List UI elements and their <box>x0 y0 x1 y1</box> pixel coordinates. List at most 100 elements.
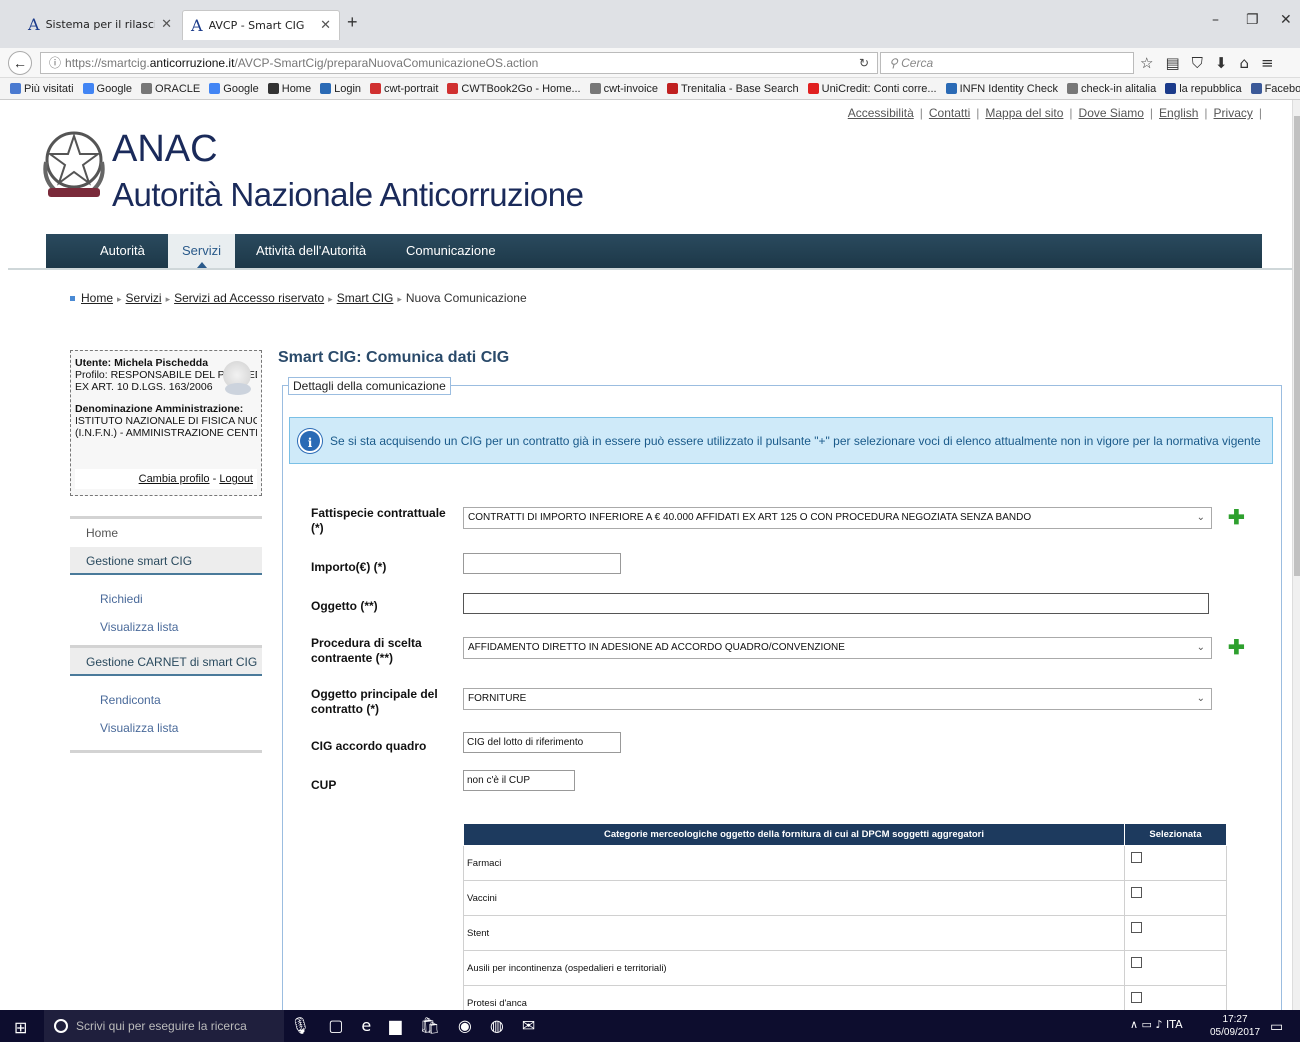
scrollbar-thumb[interactable] <box>1294 116 1300 576</box>
table-row: Protesi d'anca <box>463 985 1227 1010</box>
logo-full-name: Autorità Nazionale Anticorruzione <box>112 176 584 213</box>
category-select-cell <box>1124 845 1227 881</box>
minimize-icon[interactable]: – <box>1212 12 1219 28</box>
logo-short: ANAC <box>112 128 218 170</box>
sidebar-item-visualizza-lista-carnet[interactable]: Visualizza lista <box>70 714 262 742</box>
restore-icon[interactable]: ❐ <box>1246 12 1259 28</box>
bookmark-favicon-icon <box>209 83 221 94</box>
sidebar-section-carnet[interactable]: Gestione CARNET di smart CIG <box>70 648 262 676</box>
bookmark-item[interactable]: UniCredit: Conti corre... <box>807 83 937 95</box>
bookmark-item[interactable]: INFN Identity Check <box>945 82 1058 95</box>
top-link[interactable]: Mappa del sito <box>985 106 1063 120</box>
close-icon[interactable]: ✕ <box>320 18 331 33</box>
bookmark-item[interactable]: Facebook <box>1250 83 1300 95</box>
anac-favicon-icon: A <box>28 14 40 34</box>
oggetto-input[interactable] <box>463 593 1209 614</box>
category-checkbox[interactable] <box>1131 957 1142 968</box>
search-placeholder: Cerca <box>901 56 934 70</box>
sidebar-item-richiedi[interactable]: Richiedi <box>70 585 262 613</box>
page-title: Smart CIG: Comunica dati CIG <box>278 349 510 366</box>
tab-title: Sistema per il rilascio del ... <box>45 17 156 31</box>
bookmark-favicon-icon <box>945 83 957 94</box>
browser-tab-sistema[interactable]: A Sistema per il rilascio del ... ✕ <box>20 10 180 38</box>
bookmark-favicon-icon <box>82 83 94 94</box>
bookmark-item[interactable]: Home <box>267 83 311 95</box>
fattispecie-select[interactable]: CONTRATTI DI IMPORTO INFERIORE A € 40.00… <box>463 507 1212 529</box>
nav-comunicazione[interactable]: Comunicazione <box>392 234 510 268</box>
reload-icon[interactable]: ↻ <box>859 53 869 73</box>
breadcrumb-smart-cig[interactable]: Smart CIG <box>337 291 394 305</box>
sidebar-item-home[interactable]: Home <box>70 519 262 547</box>
browser-tab-bar: A Sistema per il rilascio del ... ✕ A AV… <box>0 0 1300 48</box>
importo-label: Importo(€) (*) <box>311 560 387 574</box>
bookmark-favicon-icon <box>1066 83 1078 94</box>
bookmark-item[interactable]: ORACLE <box>141 83 200 95</box>
bookmark-label: check-in alitalia <box>1080 82 1157 95</box>
close-icon[interactable]: ✕ <box>161 17 172 32</box>
nav-divider <box>8 268 1292 270</box>
nav-servizi[interactable]: Servizi <box>168 234 236 268</box>
bookmark-item[interactable]: Login <box>320 83 361 95</box>
category-checkbox[interactable] <box>1131 852 1142 863</box>
url-bar[interactable]: ⓘ https://smartcig.anticorruzione.it/AVCP… <box>40 52 878 74</box>
notification-icon[interactable]: ▭ <box>1270 1018 1283 1035</box>
table-row: Farmaci <box>463 845 1227 881</box>
browser-toolbar-icons[interactable]: ☆▤⛉⬇⌂≡ <box>1140 54 1286 72</box>
category-checkbox[interactable] <box>1131 922 1142 933</box>
bookmark-label: INFN Identity Check <box>959 82 1058 95</box>
bookmark-item[interactable]: Più visitati <box>10 83 74 95</box>
top-link[interactable]: Accessibilità <box>848 106 914 120</box>
category-checkbox[interactable] <box>1131 887 1142 898</box>
breadcrumb: Home ▸ Servizi ▸ Servizi ad Accesso riservat… <box>70 291 527 305</box>
change-profile-link[interactable]: Cambia profilo <box>139 473 210 485</box>
back-arrow-icon[interactable]: ← <box>8 51 32 75</box>
nav-autorita[interactable]: Autorità <box>86 234 159 268</box>
bookmark-item[interactable]: check-in alitalia <box>1066 82 1157 95</box>
breadcrumb-servizi[interactable]: Servizi <box>126 291 162 305</box>
importo-input[interactable] <box>463 553 621 574</box>
sidebar-section-smart-cig[interactable]: Gestione smart CIG <box>70 547 262 575</box>
close-window-icon[interactable]: ✕ <box>1280 12 1292 28</box>
taskbar-search[interactable]: Scrivi qui per eseguire la ricerca <box>44 1010 284 1042</box>
oggetto-principale-label: Oggetto principale del contratto (*) <box>311 687 438 716</box>
add-fattispecie-icon[interactable]: ✚ <box>1228 508 1245 528</box>
nav-attivita[interactable]: Attività dell'Autorità <box>242 234 380 268</box>
add-procedura-icon[interactable]: ✚ <box>1228 638 1245 658</box>
bookmark-item[interactable]: cwt-invoice <box>589 83 658 95</box>
browser-search-input[interactable]: ⚲ Cerca <box>880 52 1134 74</box>
republic-emblem-icon <box>43 131 105 197</box>
breadcrumb-accesso-riservato[interactable]: Servizi ad Accesso riservato <box>174 291 324 305</box>
sidebar-menu: Home Gestione smart CIG Richiedi Visuali… <box>70 516 262 753</box>
breadcrumb-home[interactable]: Home <box>81 291 113 305</box>
procedura-select[interactable]: AFFIDAMENTO DIRETTO IN ADESIONE AD ACCOR… <box>463 637 1212 659</box>
top-link[interactable]: Contatti <box>929 106 970 120</box>
bookmark-item[interactable]: la repubblica <box>1165 83 1242 95</box>
oggetto-principale-select[interactable]: FORNITURE ⌄ <box>463 688 1212 710</box>
top-link[interactable]: Dove Siamo <box>1079 106 1144 120</box>
bookmark-item[interactable]: CWTBook2Go - Home... <box>447 83 581 95</box>
page-scrollbar[interactable] <box>1292 100 1300 1010</box>
logout-link[interactable]: Logout <box>219 473 253 485</box>
bookmark-item[interactable]: Trenitalia - Base Search <box>667 83 799 95</box>
procedura-value: AFFIDAMENTO DIRETTO IN ADESIONE AD ACCOR… <box>468 642 845 653</box>
link-separator: | <box>1204 106 1208 120</box>
system-tray[interactable]: ∧ ▭ ♪ ITA <box>1130 1018 1183 1031</box>
sidebar-item-visualizza-lista[interactable]: Visualizza lista <box>70 613 262 641</box>
top-link[interactable]: Privacy <box>1214 106 1253 120</box>
browser-tab-smartcig[interactable]: A AVCP - Smart CIG ✕ <box>182 10 340 40</box>
nav-servizi-label: Servizi <box>182 243 222 258</box>
bookmark-item[interactable]: Google <box>209 83 259 95</box>
new-tab-icon[interactable]: + <box>347 12 358 33</box>
category-checkbox[interactable] <box>1131 992 1142 1003</box>
cup-input[interactable]: non c'è il CUP <box>463 770 575 791</box>
top-link[interactable]: English <box>1159 106 1198 120</box>
bookmark-favicon-icon <box>267 83 279 94</box>
bookmark-item[interactable]: cwt-portrait <box>370 83 438 95</box>
cig-accordo-input[interactable]: CIG del lotto di riferimento <box>463 732 621 753</box>
bookmark-item[interactable]: Google <box>82 83 132 95</box>
taskbar-app-icons[interactable]: 🎙▢e▆🛍◉◍✉ <box>290 1016 553 1035</box>
sidebar-item-rendiconta[interactable]: Rendiconta <box>70 686 262 714</box>
bookmark-label: Più visitati <box>24 82 74 95</box>
taskbar-clock[interactable]: 17:27 05/09/2017 <box>1210 1013 1260 1039</box>
windows-start-icon[interactable]: ⊞ <box>14 1018 27 1038</box>
